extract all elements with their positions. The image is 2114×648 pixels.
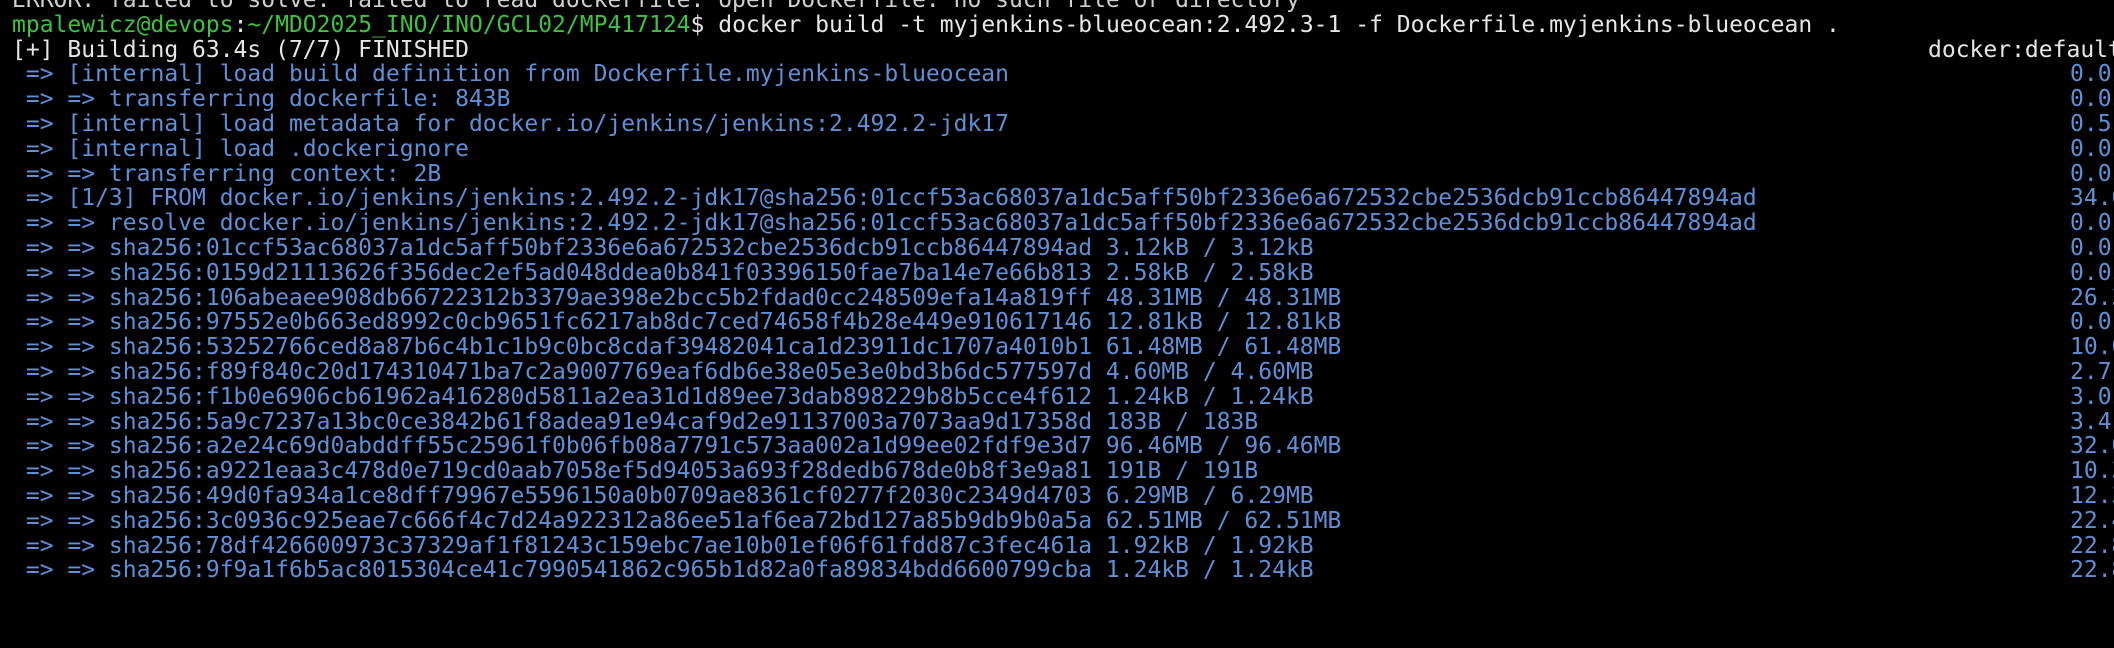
build-step-time: 0.0s (2070, 87, 2114, 112)
build-step-text: => => transferring context: 2B (12, 161, 442, 187)
build-step-line: => => sha256:f1b0e6906cb61962a416280d581… (0, 385, 2114, 410)
build-step-text: => => sha256:49d0fa934a1ce8dff79967e5596… (12, 483, 1314, 509)
build-step-text: => => resolve docker.io/jenkins/jenkins:… (12, 211, 1757, 236)
terminal-window[interactable]: ERROR: failed to solve: failed to read d… (0, 0, 2114, 648)
build-step-text: => => sha256:97552e0b663ed8992c0cb9651fc… (12, 310, 1342, 336)
build-step-time: 0.0s (2070, 211, 2114, 236)
build-step-text: => => sha256:3c0936c925eae7c666f4c7d24a9… (12, 508, 1342, 534)
build-step-time: 2.7s (2070, 359, 2114, 385)
build-step-line: => => sha256:0159d21113626f356dec2ef5ad0… (0, 261, 2114, 286)
build-step-line: => => sha256:3c0936c925eae7c666f4c7d24a9… (0, 509, 2114, 534)
build-step-time: 3.0s (2070, 384, 2114, 410)
build-step-text: => => sha256:f89f840c20d174310471ba7c2a9… (12, 359, 1314, 385)
build-step-text: => => sha256:f1b0e6906cb61962a416280d581… (12, 384, 1314, 410)
build-step-line: => => sha256:9f9a1f6b5ac8015304ce41c7990… (0, 558, 2114, 583)
build-step-line: => => sha256:5a9c7237a13bc0ce3842b61f8ad… (0, 410, 2114, 435)
build-step-time: 26.3s (2070, 285, 2114, 311)
build-step-time: 0.0s (2070, 310, 2114, 336)
error-message: ERROR: failed to solve: failed to read d… (12, 0, 1300, 13)
builder-name: docker:default (1928, 37, 2114, 63)
build-step-line: => => sha256:106abeaee908db66722312b3379… (0, 286, 2114, 311)
build-step-line: => [internal] load .dockerignore 0.0s (0, 137, 2114, 162)
build-step-time: 0.0s (2070, 62, 2114, 88)
prompt-path: ~/MDO2025_INO/INO/GCL02/MP417124 (247, 12, 691, 38)
build-step-line: => [1/3] FROM docker.io/jenkins/jenkins:… (0, 186, 2114, 211)
build-status: [+] Building 63.4s (7/7) FINISHED (12, 37, 469, 63)
build-step-text: => => sha256:01ccf53ac68037a1dc5aff50bf2… (12, 235, 1314, 261)
build-step-text: => => sha256:0159d21113626f356dec2ef5ad0… (12, 260, 1314, 286)
build-step-text: => => sha256:5a9c7237a13bc0ce3842b61f8ad… (12, 409, 1259, 435)
build-step-text: => [internal] load build definition from… (12, 62, 1009, 88)
build-step-line: => => sha256:53252766ced8a87b6c4b1c1b9c0… (0, 335, 2114, 360)
prompt-line[interactable]: mpalewicz@devops:~/MDO2025_INO/INO/GCL02… (0, 13, 2114, 38)
build-step-time: 0.5s (2070, 111, 2114, 137)
build-step-line: => => sha256:78df426600973c37329af1f8124… (0, 534, 2114, 559)
prompt-separator: : (233, 12, 248, 38)
build-step-time: 0.0s (2070, 235, 2114, 261)
build-step-time: 0.0s (2070, 161, 2114, 187)
build-step-time: 0.0s (2070, 260, 2114, 286)
build-step-time: 22.4s (2070, 508, 2114, 534)
build-step-text: => => sha256:53252766ced8a87b6c4b1c1b9c0… (12, 335, 1342, 360)
build-step-line: => => sha256:49d0fa934a1ce8dff79967e5596… (0, 484, 2114, 509)
prompt-user-host: mpalewicz@devops (12, 12, 234, 38)
build-step-line: => [internal] load metadata for docker.i… (0, 112, 2114, 137)
build-step-line: => => sha256:a2e24c69d0abddff55c25961f0b… (0, 434, 2114, 459)
build-step-line: => => transferring dockerfile: 843B 0.0s (0, 87, 2114, 112)
build-step-text: => => sha256:106abeaee908db66722312b3379… (12, 285, 1342, 311)
build-step-line: => => sha256:a9221eaa3c478d0e719cd0aab70… (0, 459, 2114, 484)
build-step-text: => => sha256:9f9a1f6b5ac8015304ce41c7990… (12, 558, 1314, 584)
build-step-time: 22.8s (2070, 558, 2114, 584)
build-step-text: => => sha256:78df426600973c37329af1f8124… (12, 533, 1314, 559)
build-step-line: => => sha256:01ccf53ac68037a1dc5aff50bf2… (0, 236, 2114, 261)
build-step-line: => [internal] load build definition from… (0, 62, 2114, 87)
build-step-time: 10.3s (2070, 459, 2114, 484)
build-step-line: => => transferring context: 2B 0.0s (0, 162, 2114, 187)
build-step-time: 12.3s (2070, 483, 2114, 509)
build-step-time: 22.8s (2070, 533, 2114, 559)
build-step-line: => => sha256:f89f840c20d174310471ba7c2a9… (0, 360, 2114, 385)
build-step-text: => [1/3] FROM docker.io/jenkins/jenkins:… (12, 186, 1757, 212)
build-step-text: => => sha256:a2e24c69d0abddff55c25961f0b… (12, 434, 1342, 460)
prompt: mpalewicz@devops:~/MDO2025_INO/INO/GCL02… (12, 13, 1840, 38)
build-step-text: => => transferring dockerfile: 843B (12, 87, 511, 112)
build-step-text: => => sha256:a9221eaa3c478d0e719cd0aab70… (12, 459, 1259, 484)
build-step-time: 10.0s (2070, 335, 2114, 360)
build-step-time: 3.4s (2070, 409, 2114, 435)
build-step-line: => => sha256:97552e0b663ed8992c0cb9651fc… (0, 310, 2114, 335)
build-status-line: [+] Building 63.4s (7/7) FINISHED docker… (0, 38, 2114, 63)
build-step-text: => [internal] load .dockerignore (12, 136, 469, 162)
build-step-text: => [internal] load metadata for docker.i… (12, 111, 1009, 137)
build-step-time: 32.0s (2070, 434, 2114, 460)
error-line: ERROR: failed to solve: failed to read d… (0, 0, 2114, 13)
build-step-line: => => resolve docker.io/jenkins/jenkins:… (0, 211, 2114, 236)
build-step-time: 0.0s (2070, 136, 2114, 162)
command-text[interactable]: docker build -t myjenkins-blueocean:2.49… (704, 13, 1840, 38)
prompt-symbol: $ (690, 12, 705, 38)
build-step-time: 34.6s (2070, 186, 2114, 212)
